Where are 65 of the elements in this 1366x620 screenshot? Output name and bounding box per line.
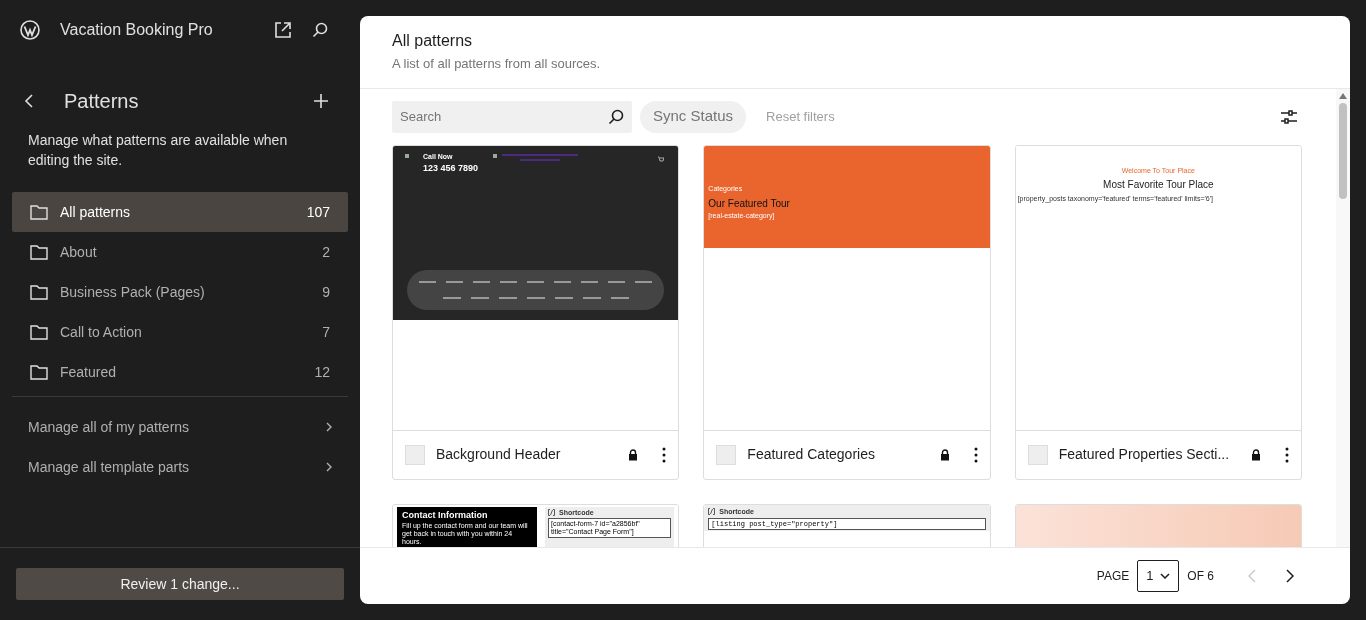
more-options-icon[interactable] (973, 446, 978, 463)
pattern-thumbnail (716, 444, 737, 465)
category-item[interactable]: All patterns 107 (12, 192, 348, 232)
chevron-icon (326, 462, 332, 472)
review-button[interactable]: Review 1 change... (16, 568, 344, 600)
cart-icon (658, 155, 665, 163)
more-options-icon[interactable] (1285, 446, 1289, 463)
filter-settings-icon[interactable] (1280, 109, 1298, 124)
scroll-up-icon[interactable] (1339, 92, 1347, 99)
preview-text: 123 456 7890 (423, 161, 479, 175)
folder-icon (30, 284, 48, 300)
folder-icon (30, 324, 48, 340)
search-icon[interactable] (608, 108, 624, 125)
category-label: About (60, 242, 98, 262)
page-label: PAGE (1096, 568, 1130, 585)
category-label: All patterns (60, 202, 132, 222)
category-count: 7 (322, 322, 330, 342)
site-title[interactable]: Vacation Booking Pro (60, 18, 274, 42)
category-item[interactable]: Business Pack (Pages) 9 (12, 272, 348, 312)
category-item[interactable]: Featured 12 (12, 352, 348, 392)
page-description: A list of all patterns from all sources. (392, 55, 602, 73)
image-icon (405, 153, 409, 158)
category-item[interactable]: About 2 (12, 232, 348, 272)
category-count: 9 (322, 282, 330, 302)
wordpress-logo-icon[interactable] (20, 20, 40, 40)
image-icon (493, 153, 497, 158)
back-icon[interactable] (24, 93, 34, 109)
add-icon[interactable] (314, 94, 328, 108)
pattern-thumbnail (1027, 444, 1048, 465)
preview-text: Contact Information (402, 509, 489, 521)
sidebar-link[interactable]: Manage all of my patterns (12, 407, 348, 447)
scrollbar-thumb[interactable] (1339, 102, 1347, 199)
category-label: Business Pack (Pages) (60, 282, 206, 302)
category-count: 107 (306, 202, 330, 222)
page-select[interactable]: 1 (1137, 560, 1180, 592)
pattern-title[interactable]: Background Header (436, 444, 629, 465)
shortcode-icon (548, 509, 555, 516)
preview-text: Our Featured Tour (708, 196, 791, 211)
external-link-icon[interactable] (274, 21, 292, 39)
category-item[interactable]: Call to Action 7 (12, 312, 348, 352)
section-title: Patterns (64, 89, 140, 114)
sidebar-link[interactable]: Manage all template parts (12, 447, 348, 487)
chevron-icon (326, 422, 332, 432)
search-icon[interactable] (312, 22, 328, 38)
folder-icon (30, 364, 48, 380)
scrollbar[interactable] (1336, 88, 1350, 547)
next-page-icon[interactable] (1286, 569, 1294, 583)
more-options-icon[interactable] (662, 446, 667, 463)
folder-icon (30, 204, 48, 220)
category-count: 2 (322, 242, 330, 262)
pattern-title[interactable]: Featured Categories (747, 444, 940, 465)
preview-text: Most Favorite Tour Place (1102, 178, 1215, 192)
sync-status-filter[interactable]: Sync Status (640, 100, 747, 133)
folder-icon (30, 244, 48, 260)
pattern-thumbnail (405, 444, 425, 465)
pattern-title[interactable]: Featured Properties Secti... (1058, 444, 1251, 465)
chevron-down-icon (1159, 573, 1170, 579)
category-count: 12 (314, 362, 330, 382)
page-count: OF 6 (1187, 568, 1214, 585)
search-field[interactable]: Search (392, 100, 632, 133)
category-label: Call to Action (60, 322, 143, 342)
shortcode-icon (708, 508, 716, 515)
section-description: Manage what patterns are available when editing the site. (27, 131, 289, 170)
page-title: All patterns (392, 31, 474, 51)
category-label: Featured (60, 362, 118, 382)
